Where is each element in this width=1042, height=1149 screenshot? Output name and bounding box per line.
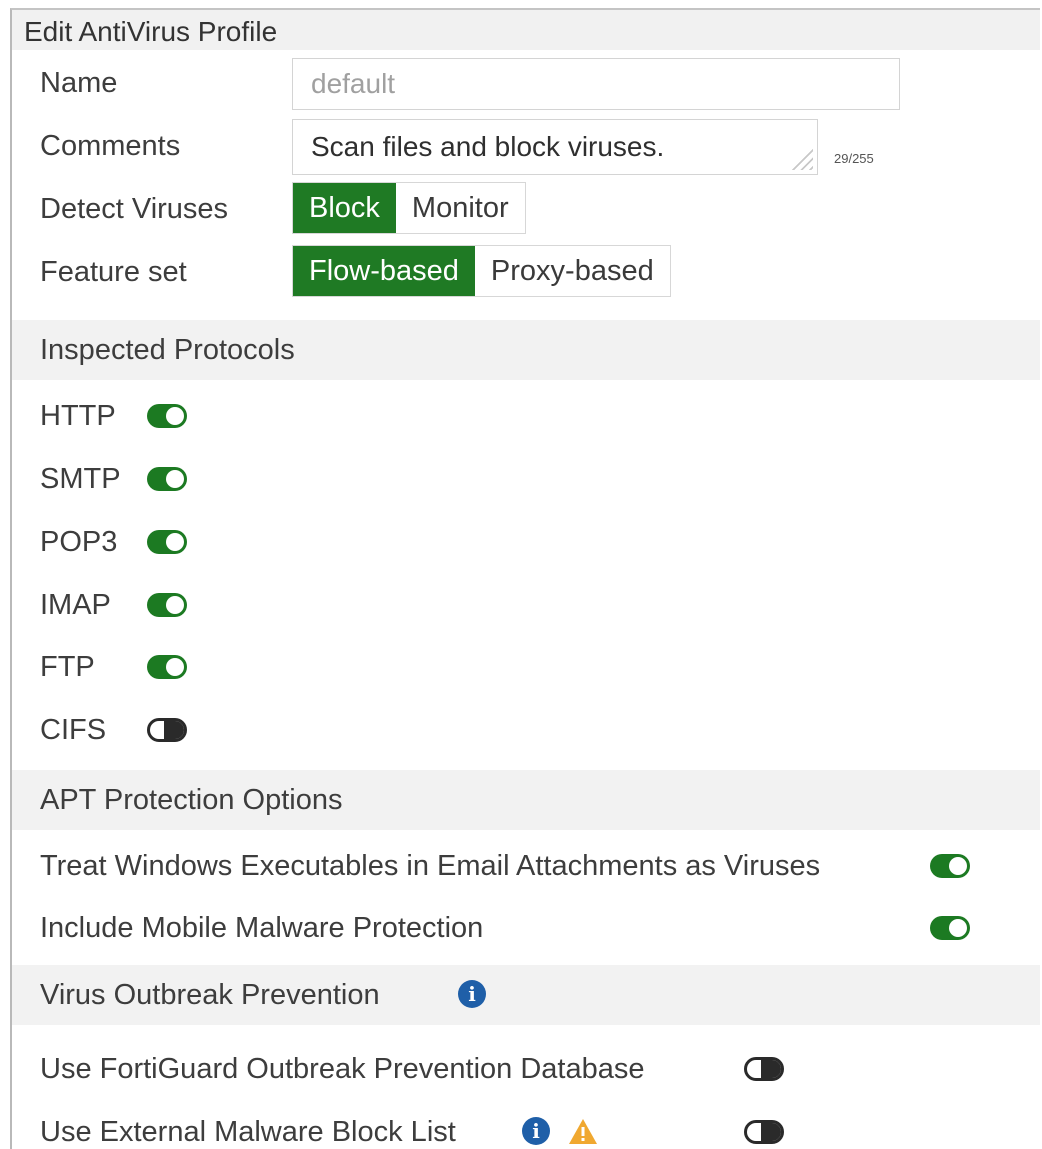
apt-option-label-mobile-malware: Include Mobile Malware Protection — [40, 912, 484, 944]
windows-exe-toggle[interactable] — [930, 854, 970, 878]
protocol-label-http: HTTP — [40, 400, 116, 432]
outbreak-prevention-header: Virus Outbreak Prevention — [12, 965, 1040, 1025]
protocol-label-cifs: CIFS — [40, 714, 107, 746]
fortiguard-db-toggle[interactable] — [744, 1057, 784, 1081]
mobile-malware-toggle[interactable] — [930, 916, 970, 940]
apt-protection-header: APT Protection Options — [12, 770, 1040, 830]
cifs-toggle[interactable] — [147, 718, 187, 742]
warning-icon[interactable] — [568, 1118, 598, 1145]
detect-block-button[interactable]: Block — [293, 183, 396, 233]
detect-viruses-selector: Block Monitor — [292, 182, 526, 234]
ftp-toggle[interactable] — [147, 655, 187, 679]
protocol-label-pop3: POP3 — [40, 526, 118, 558]
apt-option-label-windows-exe: Treat Windows Executables in Email Attac… — [40, 850, 821, 882]
info-icon[interactable]: i — [522, 1117, 550, 1145]
comments-text: Scan files and block viruses. — [311, 131, 665, 162]
antivirus-profile-dialog: Edit AntiVirus Profile Name default Comm… — [10, 8, 1040, 1149]
external-blocklist-toggle[interactable] — [744, 1120, 784, 1144]
comments-label: Comments — [40, 130, 181, 162]
imap-toggle[interactable] — [147, 593, 187, 617]
inspected-protocols-header: Inspected Protocols — [12, 320, 1040, 380]
feature-set-label: Feature set — [40, 256, 187, 288]
protocol-label-ftp: FTP — [40, 651, 95, 683]
name-label: Name — [40, 67, 118, 99]
feature-flow-based-button[interactable]: Flow-based — [293, 246, 475, 296]
name-field[interactable]: default — [292, 58, 900, 110]
resize-grip-icon[interactable] — [791, 148, 813, 170]
feature-set-selector: Flow-based Proxy-based — [292, 245, 671, 297]
feature-proxy-based-button[interactable]: Proxy-based — [475, 246, 670, 296]
detect-monitor-button[interactable]: Monitor — [396, 183, 525, 233]
comments-textarea[interactable]: Scan files and block viruses. — [292, 119, 818, 175]
comments-char-counter: 29/255 — [834, 151, 874, 166]
info-icon[interactable]: i — [458, 980, 486, 1008]
outbreak-option-label-external-blocklist: Use External Malware Block List — [40, 1116, 456, 1148]
outbreak-prevention-title: Virus Outbreak Prevention — [40, 979, 380, 1011]
pop3-toggle[interactable] — [147, 530, 187, 554]
detect-viruses-label: Detect Viruses — [40, 193, 229, 225]
http-toggle[interactable] — [147, 404, 187, 428]
dialog-title: Edit AntiVirus Profile — [12, 10, 1040, 50]
outbreak-option-label-fortiguard: Use FortiGuard Outbreak Prevention Datab… — [40, 1053, 645, 1085]
smtp-toggle[interactable] — [147, 467, 187, 491]
protocol-label-imap: IMAP — [40, 589, 111, 621]
protocol-label-smtp: SMTP — [40, 463, 121, 495]
